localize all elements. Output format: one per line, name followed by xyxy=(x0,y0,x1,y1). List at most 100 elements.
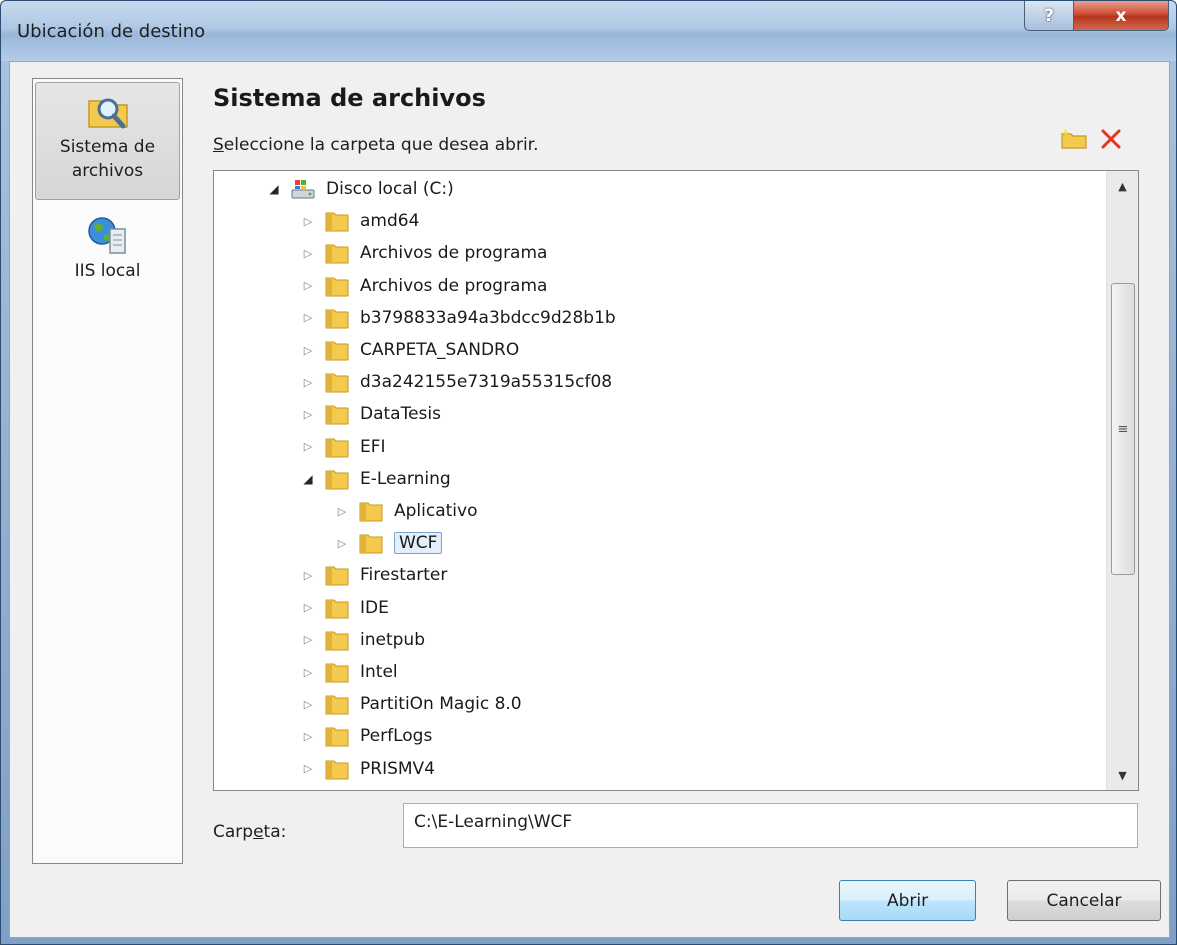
instruction-text: Seleccione la carpeta que desea abrir. xyxy=(213,135,539,155)
tree-item-label: amd64 xyxy=(360,211,420,232)
collapse-arrow-icon[interactable]: ◢ xyxy=(300,471,316,487)
scroll-down-button[interactable]: ▼ xyxy=(1107,760,1138,790)
expand-arrow-icon[interactable]: ▷ xyxy=(300,567,316,583)
dialog-window: Ubicación de destino ? x Sistema de arch… xyxy=(0,0,1177,945)
tree-item[interactable]: ▷ WCF xyxy=(334,528,443,558)
expand-arrow-icon[interactable]: ▷ xyxy=(300,310,316,326)
expand-arrow-icon[interactable]: ▷ xyxy=(300,696,316,712)
folder-icon xyxy=(325,373,349,393)
folder-icon xyxy=(325,631,349,651)
tree-item[interactable]: ▷ Firestarter xyxy=(300,560,447,590)
expand-arrow-icon[interactable]: ▷ xyxy=(300,761,316,777)
expand-arrow-icon[interactable]: ▷ xyxy=(300,374,316,390)
tree-item-label: Firestarter xyxy=(360,565,448,586)
tree-item[interactable]: ▷ d3a242155e7319a55315cf08 xyxy=(300,367,612,397)
title-bar[interactable]: Ubicación de destino ? x xyxy=(1,1,1176,61)
tree-item[interactable]: ▷ CARPETA_SANDRO xyxy=(300,335,519,365)
tree-item-label: EFI xyxy=(360,436,386,457)
scroll-up-button[interactable]: ▲ xyxy=(1107,171,1138,201)
tree-item[interactable]: ▷ Intel xyxy=(300,657,398,687)
tree-item-label: E-Learning xyxy=(360,468,451,489)
tree-item-label: PartitiOn Magic 8.0 xyxy=(360,694,522,715)
scroll-thumb[interactable]: ≡ xyxy=(1111,283,1135,575)
folder-tree[interactable]: ◢ Disco local (C:) ▷ amd64 ▷ Archivos de prog… xyxy=(213,170,1139,791)
tree-item-label: inetpub xyxy=(360,629,425,650)
tree-item-label: Archivos de programa xyxy=(360,243,548,264)
open-button[interactable]: Abrir xyxy=(839,880,976,921)
tree-item-label: Disco local (C:) xyxy=(326,179,454,199)
folder-icon xyxy=(325,663,349,683)
expand-arrow-icon[interactable]: ▷ xyxy=(300,439,316,455)
expand-arrow-icon[interactable]: ▷ xyxy=(300,406,316,422)
tree-item[interactable]: ▷ b3798833a94a3bdcc9d28b1b xyxy=(300,303,616,333)
tree-item-label: PerfLogs xyxy=(360,726,433,747)
folder-icon xyxy=(325,599,349,619)
collapse-arrow-icon[interactable]: ◢ xyxy=(266,181,282,197)
tree-item[interactable]: ▷ EFI xyxy=(300,432,386,462)
close-button[interactable]: x xyxy=(1073,1,1169,31)
expand-arrow-icon[interactable]: ▷ xyxy=(300,600,316,616)
folder-field-label: Carpeta: xyxy=(213,822,287,842)
folder-icon xyxy=(359,534,383,554)
sidebar-item-label: Sistema de archivos xyxy=(59,137,156,181)
tree-item[interactable]: ▷ PartitiOn Magic 8.0 xyxy=(300,689,522,719)
folder-icon xyxy=(325,695,349,715)
local-disk-icon xyxy=(291,180,315,199)
folder-search-icon xyxy=(87,98,128,129)
tree-item[interactable]: ▷ DataTesis xyxy=(300,399,441,429)
tree-item[interactable]: ▷ Aplicativo xyxy=(334,496,477,526)
tree-item-label: IDE xyxy=(360,597,389,618)
dialog-client-area: Sistema de archivos IIS local Sistema de… xyxy=(9,61,1170,938)
folder-icon xyxy=(325,212,349,232)
tree-item[interactable]: ▷ PerfLogs xyxy=(300,721,432,751)
tree-item-label: PRISMV4 xyxy=(360,758,435,779)
folder-icon xyxy=(325,244,349,264)
globe-server-icon xyxy=(87,217,126,254)
expand-arrow-icon[interactable]: ▷ xyxy=(300,213,316,229)
tree-item-label: DataTesis xyxy=(360,404,441,425)
cancel-button[interactable]: Cancelar xyxy=(1007,880,1161,921)
new-folder-icon[interactable] xyxy=(1060,128,1088,150)
tree-item[interactable]: ▷ Archivos de programa xyxy=(300,238,547,268)
window-title: Ubicación de destino xyxy=(17,21,206,42)
folder-path-input[interactable] xyxy=(403,803,1138,848)
tree-item-label: Aplicativo xyxy=(394,501,478,521)
expand-arrow-icon[interactable]: ▷ xyxy=(300,278,316,294)
expand-arrow-icon[interactable]: ▷ xyxy=(300,728,316,744)
folder-icon xyxy=(359,502,383,522)
tree-item[interactable]: ▷ IDE xyxy=(300,593,389,623)
folder-icon xyxy=(325,470,349,490)
folder-icon xyxy=(325,727,349,747)
tree-item[interactable]: ▷ amd64 xyxy=(300,206,419,236)
tree-item-label: WCF xyxy=(394,532,443,555)
help-button[interactable]: ? xyxy=(1024,1,1074,31)
folder-icon xyxy=(325,341,349,361)
tree-item[interactable]: ▷ Archivos de programa xyxy=(300,271,547,301)
tree-item[interactable]: ▷ inetpub xyxy=(300,625,425,655)
folder-icon xyxy=(325,438,349,458)
tree-item-label: Archivos de programa xyxy=(360,275,548,296)
expand-arrow-icon[interactable]: ▷ xyxy=(334,535,350,551)
expand-arrow-icon[interactable]: ▷ xyxy=(334,503,350,519)
expand-arrow-icon[interactable]: ▷ xyxy=(300,632,316,648)
tree-item[interactable]: ▷ PRISMV4 xyxy=(300,754,435,784)
folder-icon xyxy=(325,405,349,425)
tree-item[interactable]: ◢ Disco local (C:) xyxy=(266,174,454,204)
folder-icon xyxy=(325,277,349,297)
tree-item-label: CARPETA_SANDRO xyxy=(360,340,520,360)
location-sidebar: Sistema de archivos IIS local xyxy=(32,78,183,864)
sidebar-item-iis-local[interactable]: IIS local xyxy=(35,207,180,283)
delete-icon[interactable] xyxy=(1100,128,1122,150)
expand-arrow-icon[interactable]: ▷ xyxy=(300,245,316,261)
sidebar-item-label: IIS local xyxy=(74,261,141,281)
expand-arrow-icon[interactable]: ▷ xyxy=(300,342,316,358)
tree-item-label: Intel xyxy=(360,662,398,682)
folder-icon xyxy=(325,309,349,329)
folder-icon xyxy=(325,566,349,586)
page-title: Sistema de archivos xyxy=(213,84,486,112)
sidebar-item-file-system[interactable]: Sistema de archivos xyxy=(35,82,180,200)
expand-arrow-icon[interactable]: ▷ xyxy=(300,664,316,680)
tree-vertical-scrollbar[interactable]: ▲ ≡ ▼ xyxy=(1106,171,1138,790)
tree-item-label: d3a242155e7319a55315cf08 xyxy=(360,372,613,393)
tree-item[interactable]: ◢ E-Learning xyxy=(300,464,451,494)
